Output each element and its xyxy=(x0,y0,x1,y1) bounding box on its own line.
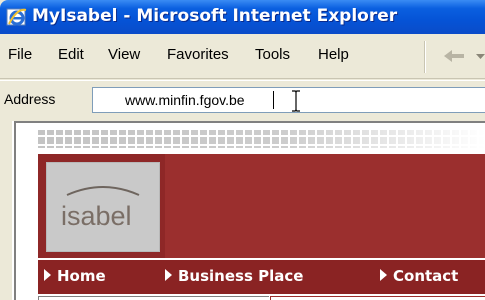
toolbar-separator xyxy=(424,41,426,73)
internet-explorer-icon xyxy=(6,8,27,26)
menu-file[interactable]: File xyxy=(8,46,32,63)
address-label: Address xyxy=(4,91,56,107)
chevron-down-icon[interactable] xyxy=(476,54,485,60)
banner-logo-area: isabel xyxy=(38,154,165,258)
menu-edit[interactable]: Edit xyxy=(58,46,84,63)
nav-business-place-label: Business Place xyxy=(178,267,304,285)
nav-contact[interactable]: Contact xyxy=(380,267,458,285)
nav-arrow-icon xyxy=(380,269,387,281)
window-title: MyIsabel - Microsoft Internet Explorer xyxy=(32,6,398,26)
browser-window: MyIsabel - Microsoft Internet Explorer F… xyxy=(0,0,485,300)
content-box-left xyxy=(38,296,269,300)
title-bar[interactable]: MyIsabel - Microsoft Internet Explorer xyxy=(0,0,485,34)
address-value[interactable]: www.minfin.fgov.be xyxy=(125,92,245,108)
nav-home-label: Home xyxy=(57,267,106,285)
menu-tools[interactable]: Tools xyxy=(255,46,290,63)
ibeam-cursor-icon xyxy=(292,90,300,112)
window-left-edge xyxy=(0,121,12,300)
decorative-squares xyxy=(38,128,485,150)
menu-bar: File Edit View Favorites Tools Help xyxy=(0,34,485,79)
isabel-logo[interactable]: isabel xyxy=(46,162,160,252)
address-bar: Address www.minfin.fgov.be xyxy=(0,80,485,122)
nav-arrow-icon xyxy=(165,269,172,281)
nav-arrow-icon xyxy=(44,269,51,281)
logo-swoosh-icon xyxy=(66,186,140,196)
menu-help[interactable]: Help xyxy=(318,46,349,63)
menu-view[interactable]: View xyxy=(108,46,140,63)
nav-business-place[interactable]: Business Place xyxy=(165,267,303,285)
site-banner: isabel xyxy=(38,154,485,258)
logo-text: isabel xyxy=(61,201,132,231)
menu-favorites[interactable]: Favorites xyxy=(167,46,229,63)
nav-contact-label: Contact xyxy=(393,267,459,285)
back-arrow-icon[interactable] xyxy=(440,46,470,66)
text-caret xyxy=(273,91,274,109)
nav-home[interactable]: Home xyxy=(44,267,106,285)
site-nav: Home Business Place Contact xyxy=(38,260,485,294)
address-input[interactable]: www.minfin.fgov.be xyxy=(92,87,485,113)
content-box-right xyxy=(270,296,485,300)
